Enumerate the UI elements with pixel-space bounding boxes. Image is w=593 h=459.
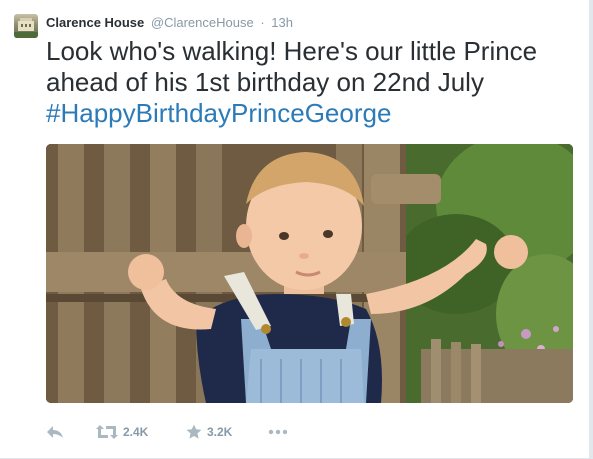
more-icon [268, 429, 288, 435]
avatar-lawn [14, 32, 38, 38]
tweet-text-line: Look who's walking! Here's our little Pr… [46, 36, 538, 66]
author-screen-name[interactable]: @ClarenceHouse [151, 15, 254, 30]
header-separator: · [260, 15, 265, 30]
retweet-icon [96, 424, 118, 440]
photo-illustration [46, 144, 573, 403]
tweet: Clarence House @ClarenceHouse · 13h Look… [0, 0, 593, 459]
reply-icon [46, 424, 64, 440]
author-fullname[interactable]: Clarence House [46, 15, 144, 30]
card-right-border [589, 0, 593, 459]
tweet-header: Clarence House @ClarenceHouse · 13h [46, 14, 293, 32]
tweet-text: Look who's walking! Here's our little Pr… [46, 36, 581, 129]
tweet-text-line: ahead of his 1st birthday on 22nd July [46, 67, 484, 97]
avatar-window [21, 24, 23, 27]
favorite-count: 3.2K [207, 425, 233, 439]
retweet-button[interactable]: 2.4K [96, 422, 148, 442]
avatar-window [25, 24, 27, 27]
favorite-button[interactable]: 3.2K [186, 422, 232, 442]
star-icon [186, 424, 202, 440]
more-button[interactable] [268, 422, 288, 442]
avatar[interactable] [14, 14, 38, 38]
tweet-timestamp[interactable]: 13h [271, 15, 293, 30]
reply-button[interactable] [46, 422, 64, 442]
retweet-count: 2.4K [123, 425, 149, 439]
hashtag-link[interactable]: #HappyBirthdayPrinceGeorge [46, 98, 581, 129]
tweet-photo[interactable] [46, 144, 573, 403]
avatar-window [29, 24, 31, 27]
